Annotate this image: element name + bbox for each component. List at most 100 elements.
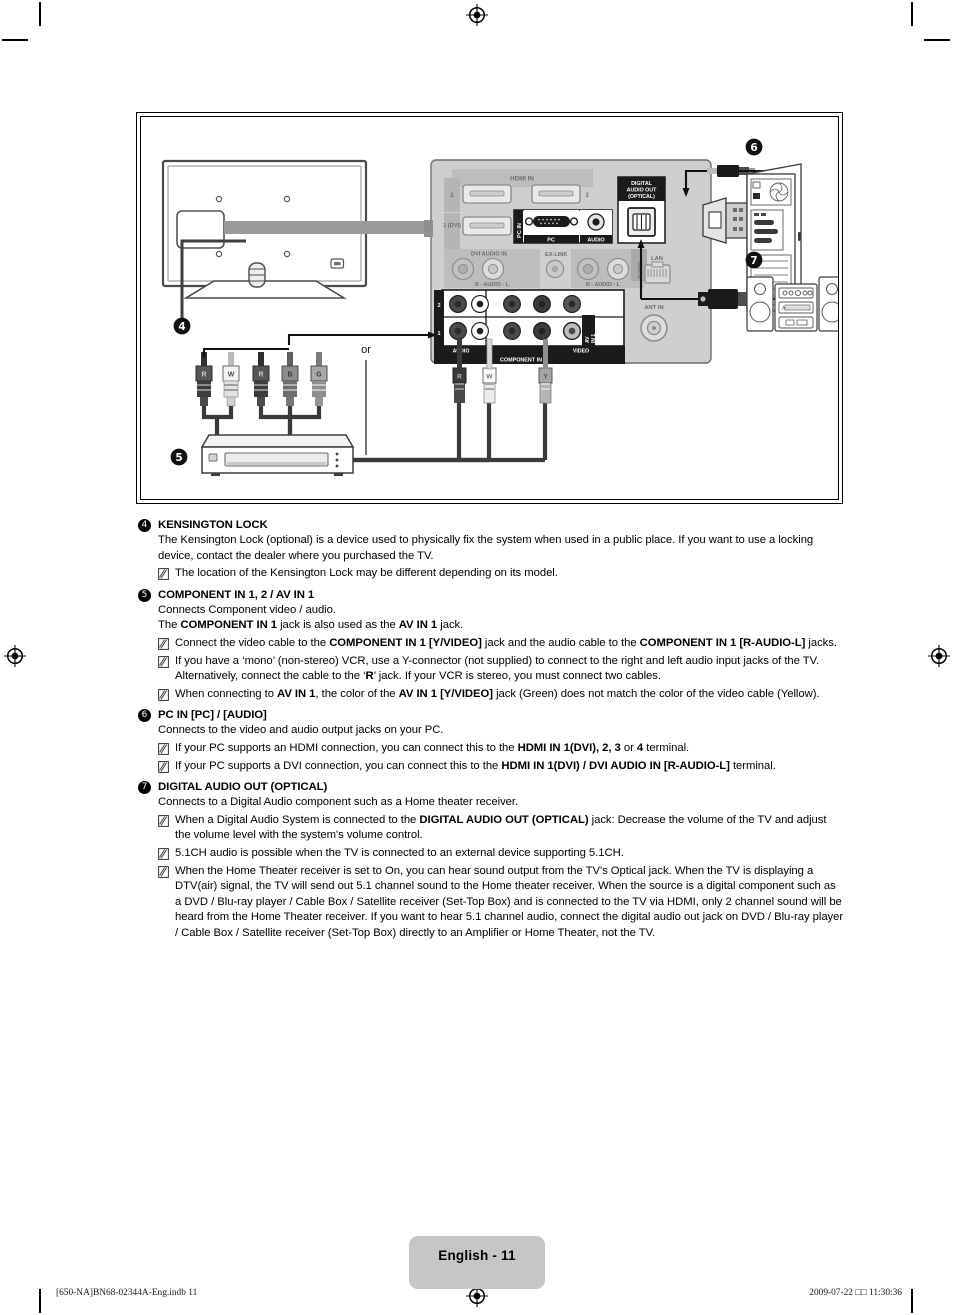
tv-rear-illustration xyxy=(161,159,368,319)
note-text: When a Digital Audio System is connected… xyxy=(175,813,827,842)
section-4: 4 KENSINGTON LOCK The Kensington Lock (opt… xyxy=(138,518,844,582)
section-title: DIGITAL AUDIO OUT (OPTICAL) xyxy=(158,781,328,794)
svg-text:W: W xyxy=(486,374,493,381)
section-note: If your PC supports an HDMI connection, … xyxy=(158,741,844,757)
marker-6-pc: 6 xyxy=(745,138,763,156)
svg-text:(OPTICAL): (OPTICAL) xyxy=(628,194,655,200)
note-icon xyxy=(158,743,169,755)
panel-label-video: VIDEO xyxy=(573,349,589,355)
panel-label-hdmi-in: HDMI IN xyxy=(510,176,534,183)
crop-mark-top-right-vertical xyxy=(911,2,913,26)
panel-label-audio-out-lr: R - AUDIO - L xyxy=(586,282,621,288)
note-text: If your PC supports a DVI connection, yo… xyxy=(175,759,776,772)
svg-text:R: R xyxy=(201,372,206,379)
footer-file-reference: [650-NA]BN68-02344A-Eng.indb 11 xyxy=(56,1288,198,1298)
page-number-label: English - 11 xyxy=(438,1248,516,1263)
registration-target-top xyxy=(466,4,488,26)
note-icon xyxy=(158,814,169,827)
crop-mark-top-left-vertical xyxy=(39,2,41,26)
section-paragraph: Connects Component video / audio. xyxy=(158,603,336,616)
plug-blue-component: B xyxy=(281,352,299,406)
section-paragraph: Connects to a Digital Audio component su… xyxy=(158,796,519,809)
note-icon xyxy=(158,568,169,581)
hdmi-port-1-dvi xyxy=(462,216,512,236)
section-marker-7: 7 xyxy=(138,781,151,795)
marker-7-number: 7 xyxy=(750,255,757,267)
svg-text:G: G xyxy=(316,372,322,379)
plug-red-av: R xyxy=(195,352,213,406)
svg-text:R: R xyxy=(457,374,462,381)
svg-text:DIGITAL: DIGITAL xyxy=(631,181,653,187)
section-note: When the Home Theater receiver is set to… xyxy=(158,864,844,942)
section-marker-4: 4 xyxy=(138,519,151,532)
plug-white-av: W xyxy=(222,352,240,407)
svg-text:R: R xyxy=(258,372,263,379)
hdmi-port-2 xyxy=(462,184,512,204)
note-text: If you have a ‘mono’ (non-stereo) VCR, u… xyxy=(175,654,820,683)
section-heading: 6 PC IN [PC] / [AUDIO] xyxy=(138,708,844,723)
note-icon xyxy=(158,760,169,773)
note-text: The location of the Kensington Lock may … xyxy=(175,567,558,580)
section-paragraph: The COMPONENT IN 1 jack is also used as … xyxy=(158,619,464,632)
svg-text:B: B xyxy=(287,372,292,379)
note-icon xyxy=(158,638,169,650)
dvd-player-illustration xyxy=(200,434,355,476)
registration-target-left xyxy=(4,645,26,667)
registration-target-right xyxy=(928,645,950,667)
plug-red-component: R xyxy=(252,352,270,406)
panel-label-component-row1: 1 xyxy=(437,331,440,337)
section-note: When a Digital Audio System is connected… xyxy=(158,813,844,844)
section-heading: 4 KENSINGTON LOCK xyxy=(138,518,844,533)
panel-label-pc-in: PC IN xyxy=(517,223,523,238)
component-in-group: 2 1 AV IN 1 VIDEO COMPONENT IN xyxy=(434,289,625,364)
connection-diagram-graphic: .ln{stroke:#000;stroke-width:1.1;fill:no… xyxy=(161,138,838,476)
crop-mark-top-right-horizontal xyxy=(924,39,950,41)
panel-label-hdmi1: 1 (DVI) xyxy=(443,223,461,229)
av-component-plug-bundle: R W R B G xyxy=(195,352,328,435)
note-icon xyxy=(158,655,169,668)
connection-diagram-inner: .ln{stroke:#000;stroke-width:1.1;fill:no… xyxy=(140,116,839,500)
panel-label-ex-link: EX-LINK xyxy=(545,252,567,258)
panel-label-dvi-audio-lr: R - AUDIO - L xyxy=(475,282,510,288)
section-paragraph: The Kensington Lock (optional) is a devi… xyxy=(158,534,814,562)
svg-text:Y: Y xyxy=(543,374,548,381)
section-note: When connecting to AV IN 1, the color of… xyxy=(158,687,844,703)
section-note: Connect the video cable to the COMPONENT… xyxy=(158,636,844,652)
section-title: COMPONENT IN 1, 2 / AV IN 1 xyxy=(158,588,315,601)
crop-mark-top-left-horizontal xyxy=(2,39,28,41)
note-icon xyxy=(158,848,169,860)
panel-label-ant-in: ANT IN xyxy=(644,305,663,311)
section-5: 5 COMPONENT IN 1, 2 / AV IN 1 Connects Com… xyxy=(138,588,844,703)
section-title: PC IN [PC] / [AUDIO] xyxy=(158,709,267,722)
svg-text:IN 1: IN 1 xyxy=(591,334,597,343)
note-text: 5.1CH audio is possible when the TV is c… xyxy=(175,846,624,859)
marker-6-number: 6 xyxy=(750,142,757,154)
note-icon xyxy=(158,688,169,701)
page-number-badge: English - 11 xyxy=(409,1236,545,1289)
section-note: 5.1CH audio is possible when the TV is c… xyxy=(158,846,844,862)
note-text: If your PC supports an HDMI connection, … xyxy=(175,741,690,754)
svg-text:W: W xyxy=(228,372,235,379)
marker-7-digital-audio: 7 xyxy=(745,251,763,269)
note-text: When connecting to AV IN 1, the color of… xyxy=(175,687,820,700)
panel-label-pc-audio: AUDIO xyxy=(587,238,604,244)
connection-diagram: .ln{stroke:#000;stroke-width:1.1;fill:no… xyxy=(136,112,843,504)
marker-4-number: 4 xyxy=(178,321,185,333)
home-theater-illustration: A xyxy=(746,276,838,332)
digital-audio-out-optical-group: DIGITAL AUDIO OUT (OPTICAL) xyxy=(617,176,666,244)
panel-label-pc: PC xyxy=(547,238,555,244)
section-title: KENSINGTON LOCK xyxy=(158,519,268,531)
section-6: 6 PC IN [PC] / [AUDIO] Connects to the vid… xyxy=(138,708,844,774)
section-note: If you have a ‘mono’ (non-stereo) VCR, u… xyxy=(158,654,844,685)
note-text: When the Home Theater receiver is set to… xyxy=(175,864,844,939)
section-marker-6: 6 xyxy=(138,709,151,723)
instructions-content: 4 KENSINGTON LOCK The Kensington Lock (opt… xyxy=(138,512,844,942)
note-icon xyxy=(158,865,169,878)
panel-label-component-row2: 2 xyxy=(437,303,440,309)
marker-5-component: 5 xyxy=(170,448,188,466)
footer-timestamp: 2009-07-22 □□ 11:30:36 xyxy=(809,1288,902,1298)
or-label: or xyxy=(361,344,371,356)
section-paragraph: Connects to the video and audio output j… xyxy=(158,724,444,737)
plug-green-component: G xyxy=(310,352,328,406)
marker-5-number: 5 xyxy=(175,452,182,464)
